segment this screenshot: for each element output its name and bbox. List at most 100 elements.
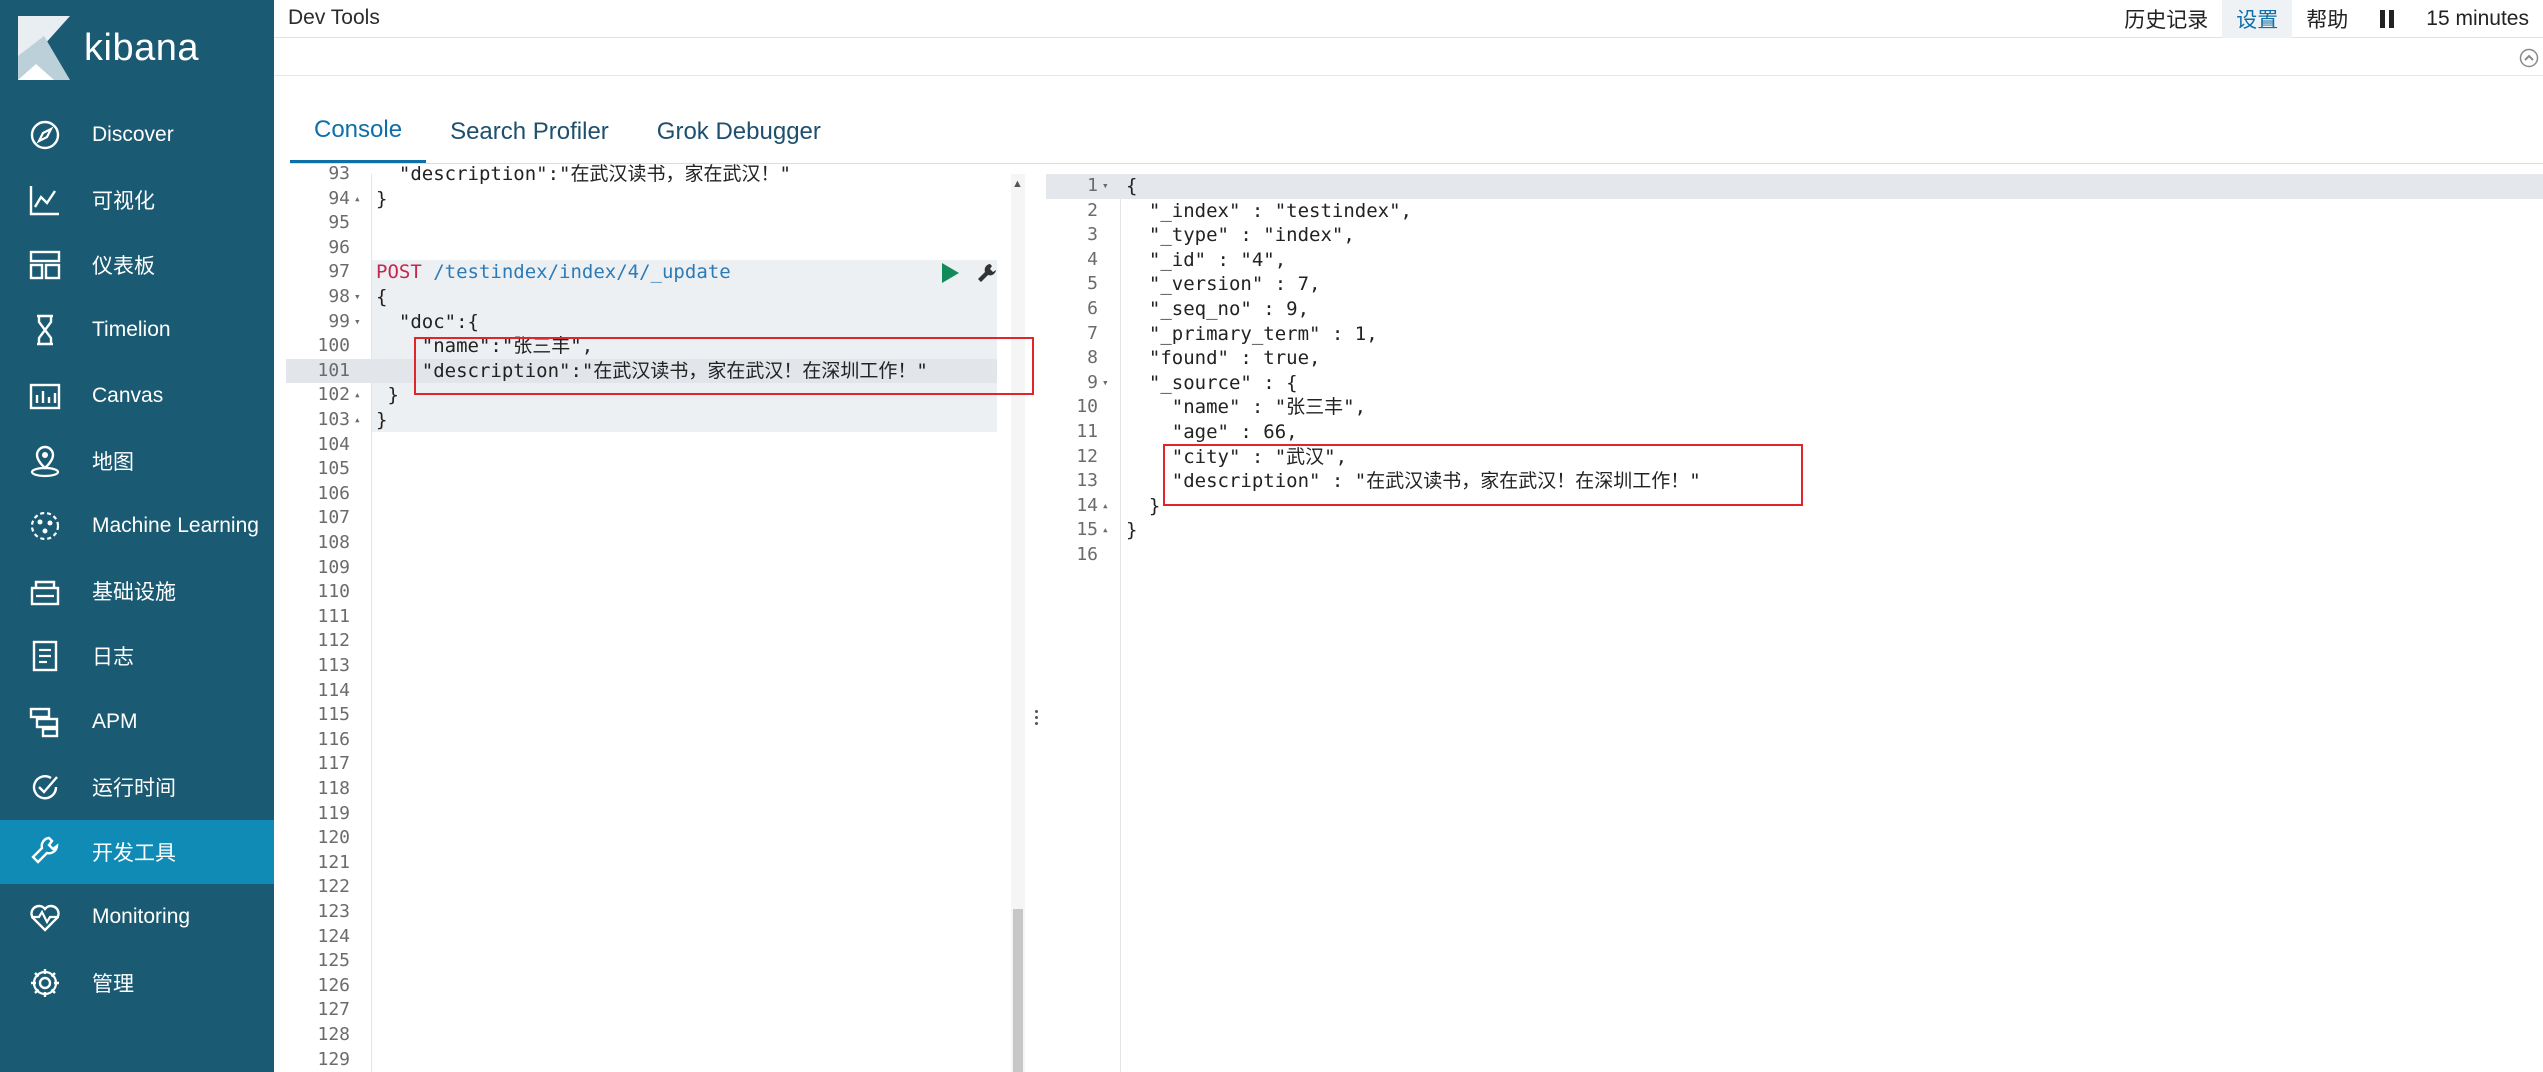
request-scrollbar[interactable] [1011, 174, 1025, 1072]
fold-toggle-icon[interactable]: ▾ [354, 285, 361, 310]
line-number: 16 [1076, 544, 1098, 565]
line-number: 12 [1076, 445, 1098, 467]
line-number: 123 [317, 901, 350, 922]
request-line: POST /testindex/index/4/_update [376, 260, 731, 285]
wrench-icon[interactable] [976, 262, 998, 284]
code-text: "doc":{ [376, 310, 479, 333]
sidebar-item-label: Timelion [92, 318, 171, 341]
fold-toggle-icon[interactable]: ▴ [1102, 494, 1109, 519]
help-link[interactable]: 帮助 [2292, 0, 2362, 38]
fold-toggle-icon[interactable]: ▴ [354, 408, 361, 433]
left-editor-line: 123 [286, 900, 1011, 925]
time-picker[interactable]: 15 minutes [2412, 0, 2543, 38]
line-number: 121 [317, 851, 350, 873]
fold-toggle-icon[interactable]: ▴ [354, 383, 361, 408]
top-actions: 历史记录 设置 帮助 15 minutes [2110, 0, 2543, 38]
line-number: 11 [1076, 421, 1098, 442]
scroll-up-arrow-icon[interactable]: ▲ [1012, 178, 1023, 190]
scrollbar-thumb[interactable] [1013, 909, 1023, 1072]
sidebar-item-label: 仪表板 [92, 255, 155, 278]
collapse-up-icon[interactable] [2519, 48, 2539, 68]
line-number: 94 [328, 187, 350, 209]
sidebar-item-13[interactable]: Monitoring [0, 885, 274, 949]
request-editor[interactable]: 93 "description":"在武汉读书，家在武汉！" 94 ▴} 95 96 97… [286, 163, 1011, 1072]
tab-grok-debugger[interactable]: Grok Debugger [633, 100, 845, 164]
sidebar-item-6[interactable]: 地图 [0, 429, 274, 493]
tab-console[interactable]: Console [290, 100, 427, 164]
line-number: 101 [317, 359, 350, 381]
line-number: 129 [317, 1048, 350, 1070]
sidebar-item-7[interactable]: Machine Learning [0, 494, 274, 558]
visualize-icon [28, 183, 62, 217]
fold-toggle-icon[interactable]: ▾ [1102, 174, 1109, 199]
sidebar-item-label: 日志 [92, 646, 134, 669]
left-editor-line: 105 [286, 457, 1011, 482]
sidebar-item-5[interactable]: Canvas [0, 364, 274, 428]
left-editor-line: 125 [286, 949, 1011, 974]
sidebar-item-4[interactable]: Timelion [0, 298, 274, 362]
code-text: "_seq_no" : 9, [1126, 298, 1310, 320]
left-editor-line: 93 "description":"在武汉读书，家在武汉！" [286, 162, 1011, 187]
pane-divider[interactable] [1027, 174, 1045, 1072]
left-editor-line: 96 [286, 236, 1011, 261]
sidebar-item-1[interactable]: Discover [0, 103, 274, 167]
play-icon[interactable] [940, 262, 960, 284]
brand[interactable]: kibana [18, 16, 199, 80]
line-number: 124 [317, 925, 350, 947]
left-editor-line: 111 [286, 605, 1011, 630]
pause-button[interactable] [2362, 0, 2412, 38]
right-editor-line: 11 "age" : 66, [1046, 420, 2543, 445]
gear-icon [28, 966, 62, 1000]
sidebar-item-8[interactable]: 基础设施 [0, 559, 274, 623]
sidebar-item-14[interactable]: 管理 [0, 951, 274, 1015]
line-number: 2 [1087, 199, 1098, 221]
line-number: 6 [1087, 298, 1098, 319]
pause-icon [2376, 8, 2398, 30]
code-text: "_type" : "index", [1126, 224, 1355, 247]
left-editor-line: 95 [286, 211, 1011, 236]
line-number: 10 [1076, 396, 1098, 418]
right-editor-line: 2 "_index" : "testindex", [1046, 199, 2543, 224]
sidebar-item-9[interactable]: 日志 [0, 624, 274, 688]
line-number: 109 [317, 556, 350, 578]
code-text: "_primary_term" : 1, [1126, 322, 1378, 345]
line-number: 14 [1076, 494, 1098, 516]
left-editor-line: 124 [286, 925, 1011, 950]
sidebar-item-12[interactable]: 开发工具 [0, 820, 274, 884]
left-editor-line: 127 [286, 998, 1011, 1023]
devtools-tabs: Console Search Profiler Grok Debugger [290, 100, 845, 164]
settings-link[interactable]: 设置 [2222, 0, 2293, 38]
fold-toggle-icon[interactable]: ▴ [354, 187, 361, 212]
fold-toggle-icon[interactable]: ▾ [354, 310, 361, 335]
sidebar-item-10[interactable]: APM [0, 690, 274, 754]
code-text: "_version" : 7, [1126, 273, 1321, 296]
fold-toggle-icon[interactable]: ▴ [1102, 518, 1109, 543]
line-number: 13 [1076, 470, 1098, 492]
canvas-icon [28, 379, 62, 413]
line-number: 9 [1087, 371, 1098, 393]
history-link[interactable]: 历史记录 [2110, 0, 2222, 38]
tab-search-profiler[interactable]: Search Profiler [426, 100, 633, 164]
sidebar-item-label: Machine Learning [92, 514, 259, 537]
sidebar-item-2[interactable]: 可视化 [0, 168, 274, 232]
line-number: 122 [317, 876, 350, 898]
line-number: 3 [1087, 224, 1098, 246]
left-editor-line: 122 [286, 875, 1011, 900]
sidebar-item-3[interactable]: 仪表板 [0, 233, 274, 297]
line-number: 15 [1076, 519, 1098, 541]
fold-toggle-icon[interactable]: ▾ [1102, 371, 1109, 396]
left-editor-line: 114 [286, 679, 1011, 704]
line-number: 107 [317, 507, 350, 529]
sidebar-item-label: 运行时间 [92, 777, 176, 800]
code-text: "found" : true, [1126, 347, 1321, 370]
compass-icon [28, 118, 62, 152]
infrastructure-icon [28, 574, 62, 608]
line-number: 103 [317, 409, 350, 430]
line-number: 112 [317, 630, 350, 652]
sidebar-item-label: Monitoring [92, 905, 191, 928]
line-number: 120 [317, 827, 350, 849]
sidebar-item-11[interactable]: 运行时间 [0, 755, 274, 819]
resizer-handle-icon[interactable] [1035, 710, 1038, 725]
line-number: 98 [328, 286, 350, 307]
left-editor-line: 120 [286, 826, 1011, 851]
